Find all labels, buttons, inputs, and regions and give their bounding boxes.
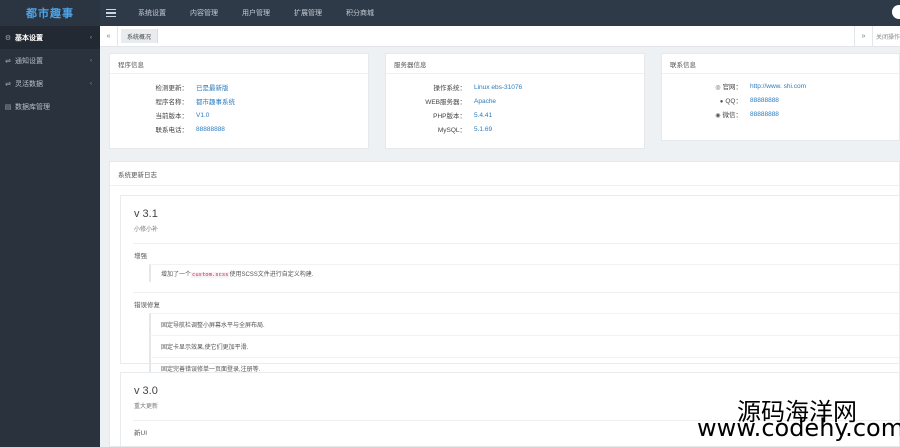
version-number: v 3.1 [134,208,158,220]
server-info-card: 服务器信息 操作系统： Linux ebs-31076 WEB服务器： Apache… [385,53,645,149]
code-snippet: custom.scss [191,272,230,278]
changelog-line: 固定卡显示效果,使它们更加平滑. [149,335,899,357]
info-row: 检测更新： 已是最新版 [155,85,229,92]
tab-system-overview[interactable]: 系统概况 [121,29,159,43]
info-row: 联系电话： 88888888 [155,125,225,135]
card-title: 程序信息 [110,54,368,74]
globe-icon: ◎ [715,85,721,91]
sidebar-item-notification-settings[interactable]: ⇌ 通知设置 ‹ [0,49,100,72]
chevron-left-icon: ‹ [90,34,92,41]
sidebar-item-database-management[interactable]: ▤ 数据库管理 [0,95,100,118]
sidebar-item-label: 通知设置 [15,57,43,65]
top-navigation: 系统设置 内容管理 用户管理 扩展管理 积分商城 [126,8,386,18]
sidebar-item-label: 灵活数据 [15,80,43,88]
app-logo[interactable]: 都市趣事 [0,0,100,26]
chevron-left-icon: ‹ [90,80,92,87]
card-title: 服务器信息 [386,54,644,74]
nav-system-settings[interactable]: 系统设置 [126,8,178,18]
changelog-line: 增加了一个custom.scss使用SCSS文件进行自定义构建. [149,264,899,282]
info-row: MySQL： 5.1.69 [437,125,493,135]
wechat-icon: ◉ [715,113,721,119]
version-subtitle: 小修小补 [134,227,159,233]
info-row: ◉ 微信： 88888888 [715,110,779,120]
watermark-line2: www.codehy.com [697,414,900,442]
contact-info-card: 联系信息 ◎ 官网： http://www. shi.com ● QQ： 8888888… [661,53,900,141]
info-row: 程序名称： 都市趣事系统 [155,99,236,106]
nav-user-management[interactable]: 用户管理 [230,8,282,18]
top-header: 都市趣事 系统设置 内容管理 用户管理 扩展管理 积分商城 [0,0,900,26]
tab-bar: « 系统概况 » 关闭操作 [100,26,900,47]
info-row: PHP版本： 5.4.41 [433,111,493,121]
info-row: WEB服务器： Apache [425,97,497,107]
changelog-section: 增强 增加了一个custom.scss使用SCSS文件进行自定义构建. [133,243,899,282]
nav-extension-management[interactable]: 扩展管理 [282,8,334,18]
sidebar-item-label: 基本设置 [15,34,43,42]
info-row: 操作系统： Linux ebs-31076 [433,83,523,93]
tab-scroll-left-button[interactable]: « [100,26,118,46]
sidebar-item-basic-settings[interactable]: ⚙ 基本设置 ‹ [0,26,100,49]
info-row: ● QQ： 88888888 [719,96,779,106]
chevron-left-icon: ‹ [90,57,92,64]
tab-scroll-right-button[interactable]: » [854,26,872,47]
user-avatar[interactable] [892,5,900,19]
nav-content-management[interactable]: 内容管理 [178,8,230,18]
sidebar-item-label: 数据库管理 [15,103,50,111]
info-row: ◎ 官网： http://www. shi.com [715,82,806,92]
version-block: v 3.1 小修小补 增强 增加了一个custom.scss使用SCSS文件进行… [120,195,899,379]
qq-icon: ● [719,99,724,105]
changelog-title: 系统更新日志 [110,162,899,186]
share-icon: ⇌ [5,57,11,65]
close-operations-button[interactable]: 关闭操作 [872,26,900,47]
gears-icon: ⚙ [4,34,12,42]
info-row: 当前版本： V1.0 [155,111,210,121]
sidebar-item-flexible-data[interactable]: ⇌ 灵活数据 ‹ [0,72,100,95]
program-info-card: 程序信息 检测更新： 已是最新版 程序名称： 都市趣事系统 当前版本： V1.0 联系… [109,53,369,149]
card-title: 联系信息 [662,54,899,74]
sidebar: ⚙ 基本设置 ‹ ⇌ 通知设置 ‹ ⇌ 灵活数据 ‹ ▤ 数据库管理 [0,26,100,447]
section-heading: 增强 [134,253,147,260]
menu-toggle-icon[interactable] [106,8,116,18]
section-heading: 错误修复 [134,302,160,309]
share-icon: ⇌ [5,80,11,88]
database-icon: ▤ [4,103,12,111]
changelog-section: 错误修复 固定导航栏调整小屏幕水平与全屏布局. 固定卡显示效果,使它们更加平滑.… [133,292,899,379]
changelog-line: 固定导航栏调整小屏幕水平与全屏布局. [149,313,899,335]
nav-points-mall[interactable]: 积分商城 [334,8,386,18]
